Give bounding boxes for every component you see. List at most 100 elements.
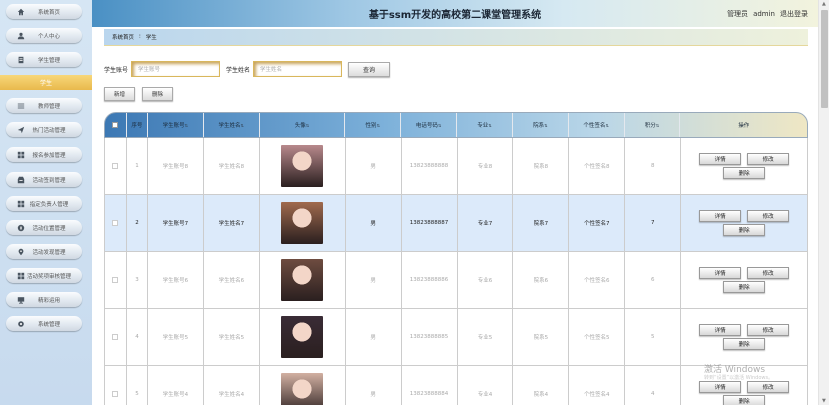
delete-button[interactable]: 删除 bbox=[723, 167, 766, 179]
cell-idx: 5 bbox=[127, 366, 148, 405]
sidebar-item-6[interactable]: 报名参加管理 bbox=[6, 147, 82, 162]
column-header: 电话号码 ⇅ bbox=[401, 113, 457, 137]
sort-icon[interactable]: ⇅ bbox=[438, 123, 441, 128]
sidebar-item-1[interactable]: 个人中心 bbox=[6, 28, 82, 43]
table-row[interactable]: 3 学生账号6 学生姓名6 男 13823888886 专业6 院系6 个性签名6 6 详情 修改删… bbox=[104, 252, 808, 309]
row-checkbox-cell bbox=[105, 195, 127, 251]
avatar-cell bbox=[260, 252, 346, 308]
sort-icon[interactable]: ⇅ bbox=[544, 123, 547, 128]
avatar bbox=[281, 316, 324, 358]
cell-sign: 个性签名6 bbox=[569, 252, 626, 308]
checkbox-icon[interactable] bbox=[112, 122, 119, 128]
detail-button[interactable]: 详情 bbox=[699, 324, 742, 336]
delete-button[interactable]: 删除 bbox=[723, 338, 766, 350]
delete-button[interactable]: 删除 bbox=[723, 281, 766, 293]
edit-button[interactable]: 修改 bbox=[747, 324, 790, 336]
sidebar-item-8[interactable]: 指定负责人管理 bbox=[6, 196, 82, 211]
scroll-thumb[interactable] bbox=[821, 10, 828, 108]
cell-gender: 男 bbox=[346, 138, 402, 194]
search-bar: 学生账号 学生账号 学生姓名 学生姓名 查询 bbox=[104, 61, 391, 77]
sidebar-item-label: 报名参加管理 bbox=[32, 152, 66, 159]
detail-button[interactable]: 详情 bbox=[699, 267, 742, 279]
sort-icon[interactable]: ⇅ bbox=[377, 123, 380, 128]
sidebar-item-12[interactable]: 精彩运用 bbox=[6, 292, 82, 307]
grid-icon bbox=[15, 198, 26, 209]
sidebar-item-label: 精彩运用 bbox=[37, 297, 60, 304]
sort-icon[interactable]: ⇅ bbox=[656, 123, 659, 128]
delete-button[interactable]: 删除 bbox=[723, 224, 766, 236]
sidebar-item-3[interactable]: 学生 bbox=[0, 75, 92, 90]
detail-button[interactable]: 详情 bbox=[699, 381, 742, 393]
cell-phone: 13823888884 bbox=[402, 366, 458, 405]
sidebar-item-0[interactable]: 系统首页 bbox=[6, 4, 82, 19]
actions-cell: 详情 修改删除 bbox=[681, 138, 808, 194]
cell-account: 学生账号6 bbox=[148, 252, 204, 308]
delete-button[interactable]: 删除 bbox=[723, 395, 766, 405]
scroll-down-icon[interactable]: ▼ bbox=[822, 398, 826, 404]
table-row[interactable]: 4 学生账号5 学生姓名5 男 13823888885 专业5 院系5 个性签名5 5 详情 修改删… bbox=[104, 309, 808, 366]
scroll-up-icon[interactable]: ▲ bbox=[822, 1, 826, 7]
sidebar-item-5[interactable]: 热门活动管理 bbox=[6, 122, 82, 137]
sidebar-item-label: 教师管理 bbox=[37, 103, 60, 110]
add-button[interactable]: 新增 bbox=[104, 87, 135, 101]
edit-button[interactable]: 修改 bbox=[747, 210, 790, 222]
column-header-label: 头像 bbox=[294, 123, 306, 129]
column-header: 头像 ⇅ bbox=[260, 113, 346, 137]
sort-icon[interactable]: ⇅ bbox=[488, 123, 491, 128]
cell-idx: 2 bbox=[127, 195, 148, 251]
sort-icon[interactable]: ⇅ bbox=[185, 123, 188, 128]
edit-button[interactable]: 修改 bbox=[747, 381, 790, 393]
sidebar-item-label: 系统首页 bbox=[37, 9, 60, 16]
row-checkbox[interactable] bbox=[112, 334, 119, 340]
sidebar-item-label: 指定负责人管理 bbox=[29, 201, 69, 208]
row-checkbox-cell bbox=[105, 138, 127, 194]
row-checkbox[interactable] bbox=[112, 163, 119, 169]
edit-button[interactable]: 修改 bbox=[747, 267, 790, 279]
cell-name: 学生姓名5 bbox=[204, 309, 260, 365]
breadcrumb: 系统首页 ⁝ 学生 bbox=[104, 29, 808, 46]
sidebar-item-2[interactable]: 学生管理 bbox=[6, 52, 82, 67]
table-row[interactable]: 5 学生账号4 学生姓名4 男 13823888884 专业4 院系4 个性签名4 4 详情 修改删… bbox=[104, 366, 808, 405]
page-scrollbar[interactable]: ▲ ▼ bbox=[818, 0, 829, 405]
name-search-input[interactable]: 学生姓名 bbox=[253, 61, 343, 77]
logout-link[interactable]: 退出登录 bbox=[780, 10, 808, 18]
sort-icon[interactable]: ⇅ bbox=[306, 123, 309, 128]
row-checkbox[interactable] bbox=[112, 220, 119, 226]
avatar-cell bbox=[260, 366, 346, 405]
edit-button[interactable]: 修改 bbox=[747, 153, 790, 165]
sidebar-item-9[interactable]: 活动位置管理 bbox=[6, 220, 82, 235]
sidebar-item-label: 活动位置管理 bbox=[32, 225, 66, 232]
detail-button[interactable]: 详情 bbox=[699, 210, 742, 222]
column-header: 性别 ⇅ bbox=[345, 113, 402, 137]
cell-score: 6 bbox=[625, 252, 682, 308]
query-button[interactable]: 查询 bbox=[348, 61, 391, 77]
cell-sign: 个性签名8 bbox=[569, 138, 626, 194]
row-checkbox[interactable] bbox=[112, 277, 119, 283]
cell-sign: 个性签名7 bbox=[569, 195, 626, 251]
cell-major: 专业7 bbox=[458, 195, 514, 251]
column-header-label: 性别 bbox=[365, 123, 377, 129]
sort-icon[interactable]: ⇅ bbox=[605, 123, 608, 128]
cell-dept: 院系6 bbox=[513, 252, 570, 308]
detail-button[interactable]: 详情 bbox=[699, 153, 742, 165]
column-header-label: 积分 bbox=[644, 123, 656, 129]
sidebar-item-4[interactable]: 教师管理 bbox=[6, 98, 82, 113]
table-row[interactable]: 2 学生账号7 学生姓名7 男 13823888887 专业7 院系7 个性签名7 7 详情 修改删… bbox=[104, 195, 808, 252]
account-search-input[interactable]: 学生账号 bbox=[131, 61, 221, 77]
select-all-checkbox[interactable] bbox=[105, 113, 127, 137]
cell-name: 学生姓名8 bbox=[204, 138, 260, 194]
breadcrumb-home[interactable]: 系统首页 bbox=[112, 33, 134, 41]
sidebar-item-10[interactable]: 活动发现管理 bbox=[6, 244, 82, 259]
actions-cell: 详情 修改删除 bbox=[681, 309, 808, 365]
batch-delete-button[interactable]: 删除 bbox=[142, 87, 173, 101]
sidebar-item-13[interactable]: 系统管理 bbox=[6, 316, 82, 331]
column-header: 院系 ⇅ bbox=[513, 113, 569, 137]
table-row[interactable]: 1 学生账号8 学生姓名8 男 13823888888 专业8 院系8 个性签名8 8 详情 修改删… bbox=[104, 138, 808, 195]
row-checkbox-cell bbox=[105, 252, 127, 308]
sidebar-item-11[interactable]: 活动奖项审核管理 bbox=[6, 268, 82, 283]
row-checkbox[interactable] bbox=[112, 391, 119, 397]
sort-icon[interactable]: ⇅ bbox=[240, 123, 243, 128]
sidebar-item-7[interactable]: 活动签到管理 bbox=[6, 172, 82, 187]
column-header: 个性签名 ⇅ bbox=[569, 113, 625, 137]
cell-idx: 4 bbox=[127, 309, 148, 365]
